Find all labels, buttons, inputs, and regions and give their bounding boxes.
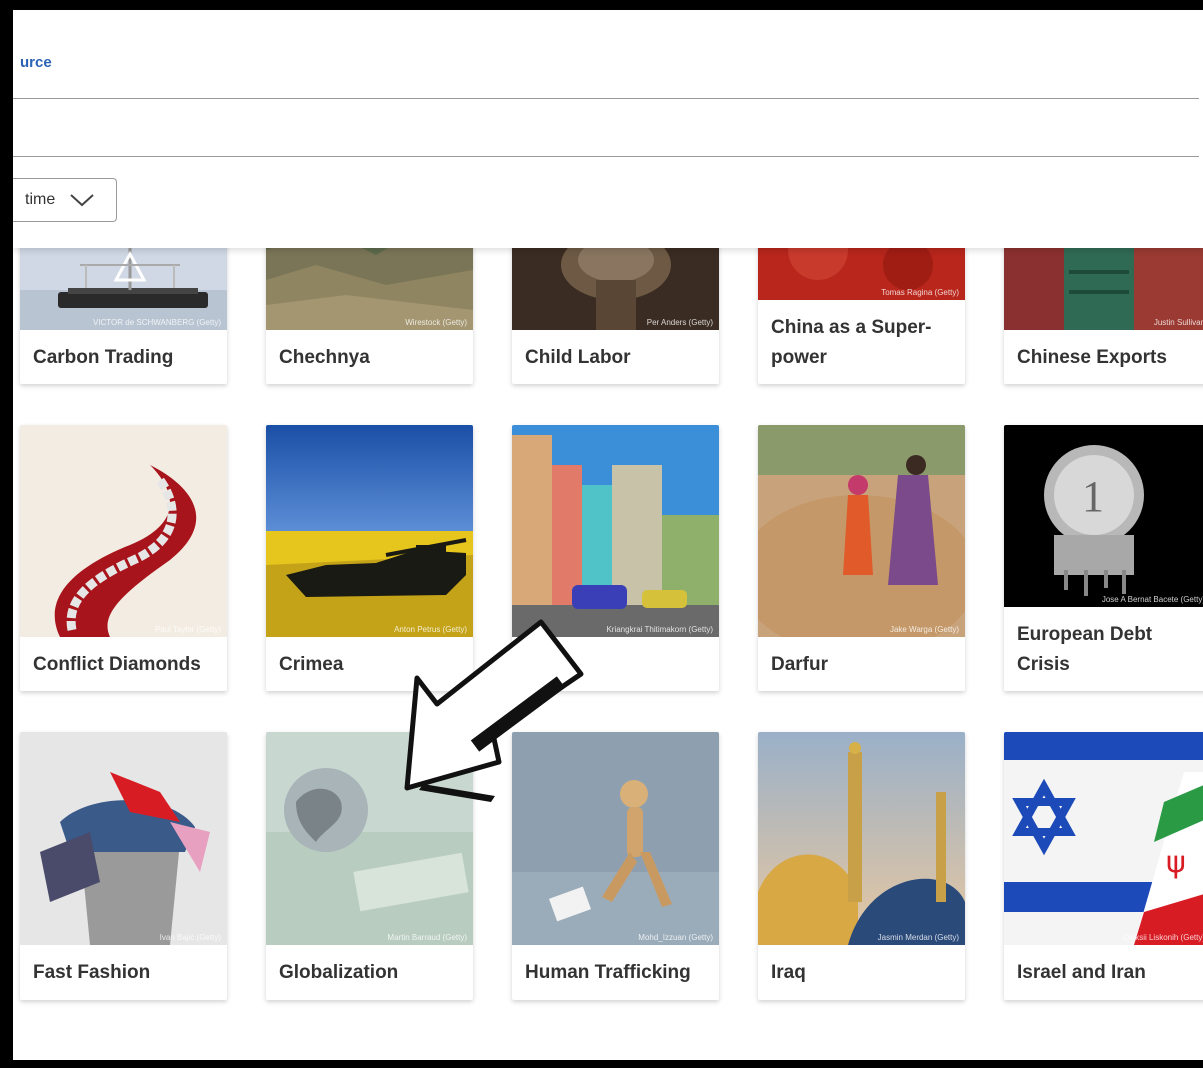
- photo-credit: Per Anders (Getty): [646, 318, 713, 327]
- card-image: Jasmin Merdan (Getty): [758, 732, 965, 945]
- card-title: Cuba: [525, 654, 573, 675]
- browser-viewport: VICTOR de SCHWANBERG (Getty) Carbon Trad…: [13, 10, 1203, 1060]
- photo-credit: Jose A Bernat Bacete (Getty): [1101, 595, 1203, 604]
- card-title: Conflict Diamonds: [33, 654, 201, 675]
- photo-credit: Justin Sullivan: [1153, 318, 1203, 327]
- photo-credit: Jasmin Merdan (Getty): [877, 933, 959, 942]
- photo-credit: Ivan Bajic (Getty): [159, 933, 221, 942]
- card-title: Fast Fashion: [33, 962, 151, 983]
- photo-credit: Anton Petrus (Getty): [394, 625, 467, 634]
- topic-card-globalization[interactable]: Martin Barraud (Getty) Globalization: [266, 732, 473, 1000]
- topic-card-conflict-diamonds[interactable]: Paul Taylor (Getty) Conflict Diamonds: [20, 425, 227, 691]
- card-image: Martin Barraud (Getty): [266, 732, 473, 945]
- photo-credit: Kriangkrai Thitimakorn (Getty): [606, 625, 713, 634]
- card-title: China as a Super- power: [771, 317, 932, 368]
- photo-credit: Mohd_Izzuan (Getty): [638, 933, 713, 942]
- svg-text:ψ: ψ: [1166, 845, 1186, 880]
- photo-credit: Martin Barraud (Getty): [387, 933, 467, 942]
- topic-card-israel-and-iran[interactable]: ψ Oleksii Liskonih (Getty) Israel and Ir…: [1004, 732, 1203, 1000]
- topic-card-fast-fashion[interactable]: Ivan Bajic (Getty) Fast Fashion: [20, 732, 227, 1000]
- divider: [13, 98, 1199, 99]
- card-title: Carbon Trading: [33, 347, 174, 368]
- card-title: Crimea: [279, 654, 344, 675]
- card-image: 1 Jose A Bernat Bacete (Getty): [1004, 425, 1203, 607]
- card-title: Iraq: [771, 962, 806, 983]
- card-title: Child Labor: [525, 347, 631, 368]
- card-image: Mohd_Izzuan (Getty): [512, 732, 719, 945]
- card-title: European Debt Crisis: [1017, 624, 1153, 675]
- topic-card-cuba[interactable]: Kriangkrai Thitimakorn (Getty) Cuba: [512, 425, 719, 691]
- photo-credit: Wirestock (Getty): [405, 318, 467, 327]
- photo-credit: Paul Taylor (Getty): [154, 625, 221, 634]
- screenshot-frame: VICTOR de SCHWANBERG (Getty) Carbon Trad…: [0, 0, 1203, 1068]
- topic-card-darfur[interactable]: Jake Warga (Getty) Darfur: [758, 425, 965, 691]
- card-title: Israel and Iran: [1017, 962, 1146, 983]
- photo-credit: Oleksii Liskonih (Getty): [1122, 933, 1203, 942]
- source-link[interactable]: urce: [20, 54, 52, 71]
- card-image: Ivan Bajic (Getty): [20, 732, 227, 945]
- photo-credit: Jake Warga (Getty): [889, 625, 959, 634]
- photo-credit: Tomas Ragina (Getty): [881, 288, 959, 297]
- sort-label: time: [25, 191, 56, 208]
- card-title: Chinese Exports: [1017, 347, 1167, 368]
- divider: [13, 156, 1199, 157]
- photo-credit: VICTOR de SCHWANBERG (Getty): [92, 318, 221, 327]
- card-image: Anton Petrus (Getty): [266, 425, 473, 637]
- topic-card-european-debt-crisis[interactable]: 1 Jose A Bernat Bacete (Getty) European …: [1004, 425, 1203, 691]
- card-title: Chechnya: [279, 347, 370, 368]
- topic-card-iraq[interactable]: Jasmin Merdan (Getty) Iraq: [758, 732, 965, 1000]
- topic-card-crimea[interactable]: Anton Petrus (Getty) Crimea: [266, 425, 473, 691]
- card-title: Globalization: [279, 962, 399, 983]
- card-image: Paul Taylor (Getty): [20, 425, 227, 637]
- card-image: Jake Warga (Getty): [758, 425, 965, 637]
- card-title: Darfur: [771, 654, 829, 675]
- svg-text:1: 1: [1082, 472, 1104, 521]
- card-image: Kriangkrai Thitimakorn (Getty): [512, 425, 719, 637]
- card-title: Human Trafficking: [525, 962, 691, 983]
- search-header: urce time: [13, 10, 1203, 248]
- topic-card-human-trafficking[interactable]: Mohd_Izzuan (Getty) Human Trafficking: [512, 732, 719, 1000]
- card-image: ψ Oleksii Liskonih (Getty): [1004, 732, 1203, 945]
- sort-dropdown[interactable]: time: [13, 178, 117, 222]
- chevron-down-icon: [70, 194, 94, 207]
